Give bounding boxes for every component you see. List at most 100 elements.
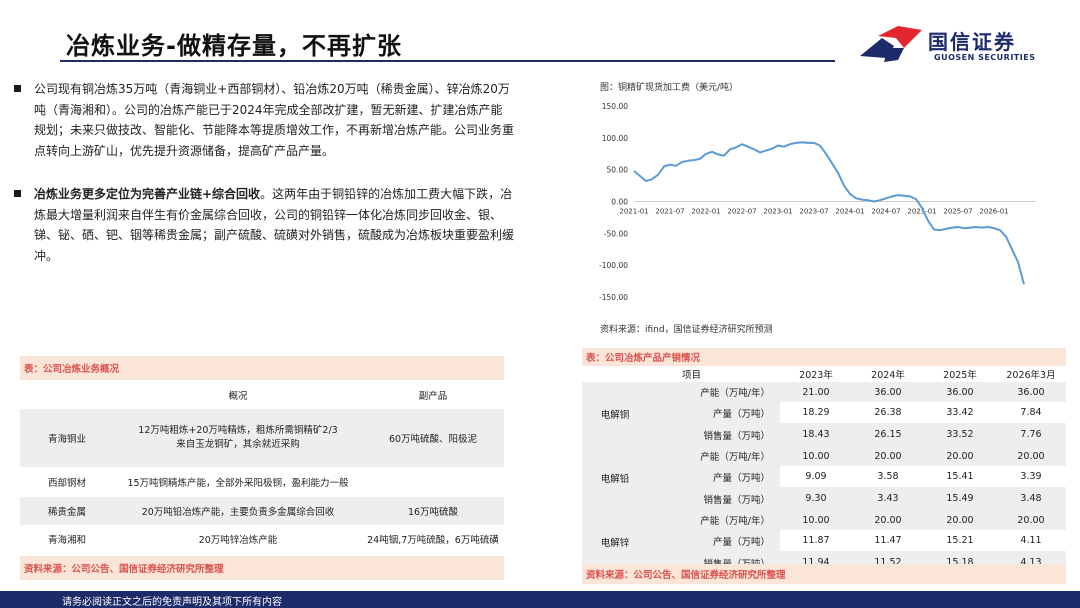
table1-source: 资料来源：公司公告、国信证券经济研究所整理 bbox=[20, 556, 504, 580]
table2-cell-value: 20.00 bbox=[996, 446, 1066, 466]
bullet-smelting-positioning: 冶炼业务更多定位为完善产业链+综合回收。这两年由于铜铅锌的冶炼加工费大幅下跌，冶… bbox=[14, 184, 514, 266]
bullet-smelting-capacity: 公司现有铜冶炼35万吨（青海铜业+西部铜材）、铅冶炼20万吨（稀贵金属）、锌冶炼… bbox=[14, 79, 514, 161]
table1-cell-name: 西部铜材 bbox=[47, 478, 86, 489]
guosen-logo: 国信证券 GUOSEN SECURITIES bbox=[858, 24, 1058, 66]
table2-row-label: 销售量（万吨） bbox=[648, 487, 780, 510]
tc-line-chart: 150.00 100.00 50.00 0.00 -50.00 -100.00 -150.0… bbox=[599, 102, 1036, 302]
table2-row-label: 产能（万吨/年） bbox=[648, 446, 780, 466]
x-tick-label: 2023-07 bbox=[799, 208, 828, 216]
table1-cell-overview: 12万吨粗炼+20万吨精炼，粗炼所需铜精矿2/3来自玉龙铜矿，其余就近采购 bbox=[138, 425, 338, 450]
table2-cell-value: 26.38 bbox=[874, 407, 902, 418]
table2-cell-value: 11.87 bbox=[802, 535, 830, 546]
y-tick-label: 0.00 bbox=[611, 198, 628, 207]
page-title: 冶炼业务-做精存量，不再扩张 bbox=[66, 32, 402, 60]
x-tick-label: 2024-07 bbox=[871, 208, 900, 216]
y-tick-label: 50.00 bbox=[607, 166, 629, 175]
table-row: 销售量（万吨） 18.43 26.15 33.52 7.76 bbox=[582, 423, 1066, 446]
table2-row-label: 销售量（万吨） bbox=[648, 423, 780, 446]
x-tick-label: 2024-01 bbox=[835, 208, 864, 216]
bullet-square-icon bbox=[14, 190, 21, 197]
y-tick-label: -50.00 bbox=[604, 229, 628, 238]
x-tick-label: 2021-07 bbox=[655, 208, 684, 216]
table1-caption: 表：公司冶炼业务概况 bbox=[20, 356, 504, 380]
table2-cell-value: 20.00 bbox=[996, 510, 1066, 530]
table1-cell-overview: 15万吨铜精炼产能，全部外采阳极铜，盈利能力一般 bbox=[127, 478, 349, 489]
table2-cell-value: 7.76 bbox=[996, 423, 1066, 446]
table2-cell-value: 3.39 bbox=[1020, 471, 1042, 482]
table-row: 电解铜 产能（万吨/年） 21.00 36.00 36.00 36.00 bbox=[582, 382, 1066, 446]
table-row: 产量（万吨） 11.87 11.47 15.21 4.11 bbox=[582, 530, 1066, 551]
table2-cell-value: 20.00 bbox=[924, 510, 996, 530]
footer-bar: 请务必阅读正文之后的免责声明及其项下所有内容 bbox=[0, 591, 1080, 608]
table-row: 稀贵金属 20万吨铅冶炼产能，主要负责多金属综合回收 16万吨硫酸 bbox=[20, 497, 504, 525]
table2-row-label: 产能（万吨/年） bbox=[648, 382, 780, 402]
table1-cell-name: 青海铜业 bbox=[47, 434, 86, 445]
table1-cell-name: 青海湘和 bbox=[47, 535, 86, 546]
table2-cell-value: 3.58 bbox=[877, 471, 899, 482]
table1-cell-byproduct bbox=[362, 467, 504, 497]
x-tick-label: 2025-07 bbox=[943, 208, 972, 216]
table2-cell-value: 33.52 bbox=[924, 423, 996, 446]
table2-cell-value: 20.00 bbox=[852, 446, 924, 466]
table2-cell-value: 10.00 bbox=[780, 510, 852, 530]
table2-cell-value: 15.41 bbox=[946, 471, 974, 482]
table1-header-byproduct: 副产品 bbox=[418, 391, 448, 402]
table-row: 青海铜业 12万吨粗炼+20万吨精炼，粗炼所需铜精矿2/3来自玉龙铜矿，其余就近… bbox=[20, 409, 504, 467]
table2-row-label: 产量（万吨） bbox=[648, 402, 780, 423]
smelting-overview-table: 概况 副产品 青海铜业 12万吨粗炼+20万吨精炼，粗炼所需铜精矿2/3来自玉龙… bbox=[20, 381, 504, 553]
table2-source: 资料来源：公司公告、国信证券经济研究所整理 bbox=[582, 564, 1066, 584]
table1-cell-name: 稀贵金属 bbox=[47, 507, 86, 518]
table2-row-label: 产能（万吨/年） bbox=[648, 510, 780, 530]
table2-cell-value: 3.43 bbox=[852, 487, 924, 510]
table-row: 西部铜材 15万吨铜精炼产能，全部外采阳极铜，盈利能力一般 bbox=[20, 467, 504, 497]
x-tick-label: 2021-01 bbox=[619, 208, 648, 216]
table2-cell-value: 7.84 bbox=[1020, 407, 1042, 418]
chart-source: 资料来源：ifind，国信证券经济研究所预测 bbox=[600, 325, 773, 335]
table2-cell-value: 9.09 bbox=[805, 471, 827, 482]
x-tick-label: 2023-01 bbox=[763, 208, 792, 216]
y-tick-label: 100.00 bbox=[602, 134, 628, 143]
table1-header-empty bbox=[20, 381, 114, 409]
table2-cell-value: 11.47 bbox=[874, 535, 902, 546]
table2-cell-value: 10.00 bbox=[780, 446, 852, 466]
table2-cell-value: 3.48 bbox=[996, 487, 1066, 510]
table2-cell-value: 36.00 bbox=[996, 382, 1066, 402]
table2-row-label: 产量（万吨） bbox=[648, 530, 780, 551]
table2-header-2026m3: 2026年3月 bbox=[1006, 370, 1056, 381]
y-tick-label: -100.00 bbox=[599, 261, 628, 270]
table2-cell-value: 36.00 bbox=[852, 382, 924, 402]
table2-header-2025: 2025年 bbox=[943, 370, 977, 381]
table2-cell-value: 21.00 bbox=[780, 382, 852, 402]
table-row: 销售量（万吨） 9.30 3.43 15.49 3.48 bbox=[582, 487, 1066, 510]
bullet-text-block: 冶炼业务更多定位为完善产业链+综合回收。这两年由于铜铅锌的冶炼加工费大幅下跌，冶… bbox=[34, 184, 514, 266]
table1-cell-byproduct: 16万吨硫酸 bbox=[407, 507, 459, 518]
table2-cell-value: 20.00 bbox=[852, 510, 924, 530]
logo-chinese-name: 国信证券 bbox=[928, 30, 1016, 54]
table-row: 青海湘和 20万吨锌冶炼产能 24吨铟,7万吨硫酸，6万吨硫磺 bbox=[20, 525, 504, 553]
table1-cell-overview: 20万吨锌冶炼产能 bbox=[198, 535, 278, 546]
table-row: 电解锌 产能（万吨/年） 10.00 20.00 20.00 20.00 bbox=[582, 510, 1066, 574]
x-tick-label: 2022-07 bbox=[727, 208, 756, 216]
table-row: 产量（万吨） 18.29 26.38 33.42 7.84 bbox=[582, 402, 1066, 423]
table2-cell-value: 18.29 bbox=[802, 407, 830, 418]
guosen-logo-mark-icon bbox=[860, 26, 922, 62]
table2-group-name: 电解铅 bbox=[582, 446, 648, 510]
table-row: 电解铅 产能（万吨/年） 10.00 20.00 20.00 20.00 bbox=[582, 446, 1066, 510]
table2-cell-value: 18.43 bbox=[780, 423, 852, 446]
logo-english-name: GUOSEN SECURITIES bbox=[934, 53, 1036, 62]
smelting-products-table: 项目 2023年 2024年 2025年 2026年3月 电解铜 产能（万吨/年）… bbox=[582, 366, 1066, 574]
table2-cell-value: 9.30 bbox=[780, 487, 852, 510]
x-tick-label: 2022-01 bbox=[691, 208, 720, 216]
table2-cell-value: 15.49 bbox=[924, 487, 996, 510]
table1-header-overview: 概况 bbox=[228, 391, 248, 402]
title-underline bbox=[60, 60, 835, 62]
bullet-square-icon bbox=[14, 85, 21, 92]
table2-header-2023: 2023年 bbox=[799, 370, 833, 381]
y-tick-label: -150.00 bbox=[599, 293, 628, 302]
table-row: 产量（万吨） 9.09 3.58 15.41 3.39 bbox=[582, 466, 1066, 487]
y-tick-label: 150.00 bbox=[602, 102, 628, 111]
table1-cell-byproduct: 60万吨硫酸、阳极泥 bbox=[388, 434, 478, 445]
table2-cell-value: 36.00 bbox=[924, 382, 996, 402]
table2-row-label: 产量（万吨） bbox=[648, 466, 780, 487]
table2-header-2024: 2024年 bbox=[871, 370, 905, 381]
